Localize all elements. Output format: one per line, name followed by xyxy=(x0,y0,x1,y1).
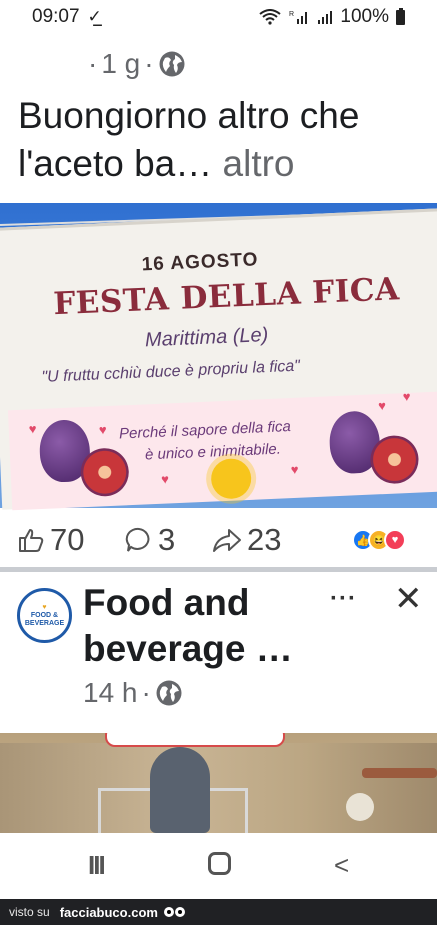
reaction-emojis[interactable]: 👍 😆 ♥ xyxy=(352,529,406,551)
recents-button[interactable]: III xyxy=(88,852,106,878)
heart-icon: ♥ xyxy=(160,471,170,487)
love-reaction-icon: ♥ xyxy=(384,529,406,551)
banner: 16 AGOSTO FESTA DELLA FICA Marittima (Le… xyxy=(0,207,437,511)
post-body: Buongiorno altro che l'aceto ba… xyxy=(18,95,360,184)
heart-icon: ♥ xyxy=(402,388,411,405)
share-icon xyxy=(213,529,241,552)
status-indicators: R 100% xyxy=(259,6,405,28)
thumbs-up-icon xyxy=(19,529,44,552)
meta-dot: · xyxy=(144,48,154,79)
wifi-icon xyxy=(259,9,282,25)
banner-date: 16 AGOSTO xyxy=(141,249,259,276)
post-text: Buongiorno altro che l'aceto ba… altro xyxy=(18,92,428,188)
eyes-logo-icon xyxy=(163,907,185,917)
post-divider xyxy=(0,567,437,572)
back-button[interactable]: < xyxy=(334,852,349,878)
banner-title: FESTA DELLA FICA xyxy=(52,271,401,323)
photo-pipe xyxy=(362,768,437,778)
close-button[interactable]: ✕ xyxy=(394,582,423,616)
banner-place: Marittima (Le) xyxy=(144,323,269,352)
photo-sign xyxy=(105,733,285,747)
like-button[interactable]: 70 xyxy=(17,522,84,558)
watermark-label: visto su xyxy=(9,905,50,919)
heart-icon: ♥ xyxy=(98,422,107,438)
share-button[interactable]: 23 xyxy=(212,522,281,558)
heart-icon: ♥ xyxy=(290,461,299,478)
post-age: 1 g xyxy=(101,48,141,79)
more-options-button[interactable]: ··· xyxy=(330,585,357,613)
heart-icon: ♥ xyxy=(28,421,37,437)
comment-count: 3 xyxy=(158,522,176,557)
meta-dot: · xyxy=(88,48,98,79)
reaction-bar: 70 3 23 👍 😆 ♥ xyxy=(0,515,437,565)
page-avatar[interactable]: ♥ FOOD & BEVERAGE xyxy=(17,588,72,643)
battery-percent: 100% xyxy=(340,6,389,27)
like-count: 70 xyxy=(50,522,85,557)
photo-person xyxy=(150,747,210,833)
photo-lamp xyxy=(346,793,374,821)
heart-icon: ♥ xyxy=(377,397,387,414)
download-check-icon: ✓̲ xyxy=(87,7,102,26)
status-time: 09:07 xyxy=(32,6,80,27)
post2-photo[interactable] xyxy=(0,733,437,833)
home-button[interactable] xyxy=(208,852,231,875)
globe-icon xyxy=(159,51,185,77)
banner-quote: "U fruttu cchiù duce è propriu la fica" xyxy=(41,357,301,386)
watermark-bar: visto su facciabuco.com xyxy=(0,899,437,925)
battery-icon xyxy=(396,7,405,25)
avatar-text: FOOD & BEVERAGE xyxy=(24,611,65,627)
comment-icon xyxy=(125,527,150,552)
see-more-link[interactable]: altro xyxy=(223,143,295,184)
status-bar: 09:07 ✓̲ R 100% xyxy=(0,0,437,34)
avatar-leaf-icon: ♥ xyxy=(42,603,47,611)
signal-icon xyxy=(318,11,333,24)
globe-icon xyxy=(156,680,182,706)
post-meta: · 1 g · xyxy=(88,48,186,80)
meta-dot: · xyxy=(141,677,151,708)
eye-icon xyxy=(174,907,185,917)
system-nav-bar: III < xyxy=(0,833,437,899)
page-name[interactable]: Food and beverage … xyxy=(83,580,343,672)
post2-meta: 14 h · xyxy=(83,677,183,709)
signal-r-icon: R xyxy=(289,11,308,24)
comment-button[interactable]: 3 xyxy=(125,522,175,558)
post2-age: 14 h xyxy=(83,677,138,708)
share-count: 23 xyxy=(247,522,282,557)
eye-icon xyxy=(163,907,174,917)
watermark-site[interactable]: facciabuco.com xyxy=(60,905,158,920)
svg-text:R: R xyxy=(289,11,294,18)
